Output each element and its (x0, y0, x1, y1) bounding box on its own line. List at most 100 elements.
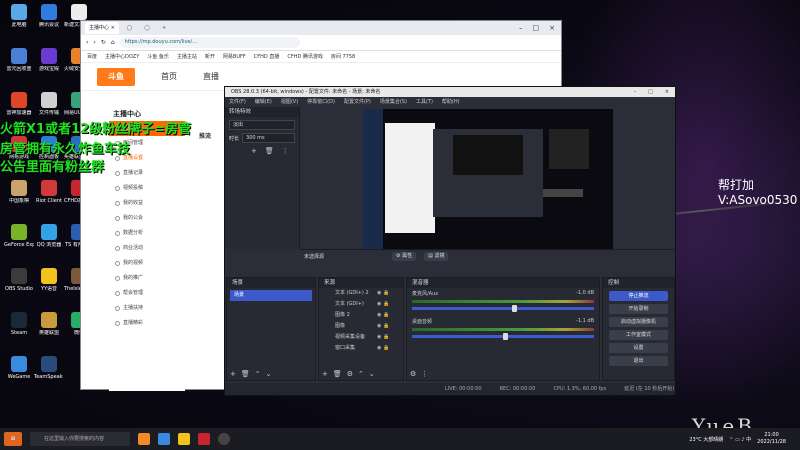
desktop-icon[interactable]: QQ 浏览器 (34, 224, 64, 258)
url-input[interactable]: https://mp.douyu.com/live/... (119, 37, 300, 48)
source-item[interactable]: 窗口采集 ◉ 🔒 (319, 343, 403, 354)
edge-icon[interactable] (158, 433, 170, 445)
more-icon[interactable]: ⋮ (282, 147, 289, 155)
douyu-logo[interactable]: 斗鱼 (97, 67, 135, 86)
sidebar-item[interactable]: 帮会管理 (109, 286, 185, 301)
clock[interactable]: 21:00 2022/11/28 (757, 432, 786, 446)
forward-icon[interactable]: › (93, 39, 95, 46)
obs-menu-item[interactable]: 工具(T) (416, 97, 433, 107)
minimize-icon[interactable]: – (519, 24, 523, 32)
visibility-lock-icons[interactable]: ◉ 🔒 (377, 332, 403, 343)
visibility-lock-icons[interactable]: ◉ 🔒 (377, 310, 403, 321)
browser-tab-active[interactable]: 主播中心 × (85, 22, 119, 34)
bookmark-item[interactable]: 斗鱼 鱼乐 (147, 53, 169, 60)
visibility-lock-icons[interactable]: ◉ 🔒 (377, 321, 403, 332)
close-icon[interactable]: × (549, 24, 555, 32)
desktop-icon[interactable]: 游戏宝殿 (34, 48, 64, 82)
obs-menu-item[interactable]: 文件(F) (229, 97, 246, 107)
scene-item[interactable]: 场景 (230, 290, 312, 301)
source-item[interactable]: 文本 (GDI+) ◉ 🔒 (319, 299, 403, 310)
trash-icon[interactable]: 🗑 (333, 370, 342, 378)
bookmark-item[interactable]: 主播主站 (177, 53, 197, 60)
obs-menu-item[interactable]: 编辑(E) (255, 97, 272, 107)
gear-icon[interactable]: ⚙ (347, 370, 353, 378)
desktop-icon[interactable]: YY语音 (34, 268, 64, 302)
bookmark-item[interactable]: CFHD 直播 (254, 53, 280, 60)
maximize-icon[interactable]: □ (533, 24, 540, 32)
more-icon[interactable]: ⋮ (421, 370, 428, 378)
filters-button[interactable]: ▤ 滤镜 (424, 252, 449, 261)
desktop-icon[interactable]: 腾讯会议 (34, 4, 64, 38)
browser-tab[interactable]: ◯ (123, 22, 137, 34)
obs-menu-item[interactable]: 帮助(H) (442, 97, 460, 107)
desktop-icon[interactable]: GeForce Experience (4, 224, 34, 258)
duration-input[interactable]: 300 ms (242, 133, 295, 143)
volume-slider[interactable] (412, 305, 594, 312)
bookmark-item[interactable]: 房间 7758 (331, 53, 355, 60)
refresh-icon[interactable]: ↻ (101, 39, 106, 46)
volume-knob[interactable] (512, 305, 518, 312)
down-icon[interactable]: ⌄ (369, 370, 375, 378)
down-icon[interactable]: ⌄ (266, 370, 272, 378)
sidebar-item[interactable]: 直播精彩 (109, 316, 185, 331)
control-button[interactable]: 退出 (609, 356, 668, 366)
game-icon[interactable] (198, 433, 210, 445)
maximize-icon[interactable]: □ (648, 87, 653, 97)
visibility-lock-icons[interactable]: ◉ 🔒 (377, 343, 403, 354)
obs-menu-item[interactable]: 配置文件(P) (344, 97, 371, 107)
obs-menu-item[interactable]: 场景集合(S) (380, 97, 407, 107)
obs-menu-item[interactable]: 视图(V) (281, 97, 298, 107)
sidebar-item[interactable]: 视频投稿 (109, 181, 185, 196)
volume-knob[interactable] (503, 333, 508, 340)
close-icon[interactable]: × (665, 87, 669, 97)
desktop-icon[interactable]: 此电脑 (4, 4, 34, 38)
desktop-icon[interactable]: OBS Studio (4, 268, 34, 302)
start-button[interactable]: ⊞ (4, 432, 22, 446)
obs-menu-item[interactable]: 停靠窗口(D) (307, 97, 335, 107)
add-icon[interactable]: + (251, 147, 257, 155)
control-button[interactable]: 开始录制 (609, 304, 668, 314)
folder-icon[interactable] (178, 433, 190, 445)
visibility-lock-icons[interactable]: ◉ 🔒 (377, 288, 403, 299)
source-item[interactable]: 文本 (GDI+) 2 ◉ 🔒 (319, 288, 403, 299)
transition-select[interactable]: 淡出 (229, 120, 295, 130)
new-tab-button[interactable]: + (158, 22, 170, 34)
bookmark-item[interactable]: 网易BUFF (223, 53, 246, 60)
bookmark-item[interactable]: 主播中心DOZY (105, 53, 139, 60)
app-icon[interactable] (138, 433, 150, 445)
sidebar-item[interactable]: 我的视频 (109, 256, 185, 271)
desktop-icon[interactable]: 中国象棋 (4, 180, 34, 214)
gear-icon[interactable]: ⚙ (410, 370, 416, 378)
add-icon[interactable]: + (322, 370, 328, 378)
bookmark-item[interactable]: 新开 (205, 53, 215, 60)
up-icon[interactable]: ⌃ (358, 370, 364, 378)
sidebar-item[interactable]: 主播扶持 (109, 301, 185, 316)
desktop-icon[interactable]: Riot Client (34, 180, 64, 214)
bookmark-item[interactable]: CFHD 腾讯游戏 (287, 53, 323, 60)
sidebar-item[interactable]: 直播记录 (109, 166, 185, 181)
bookmark-item[interactable]: 百度 (87, 53, 97, 60)
desktop-icon[interactable]: Steam (4, 312, 34, 346)
browser-tab[interactable]: ◯ (140, 22, 154, 34)
add-icon[interactable]: + (230, 370, 236, 378)
up-icon[interactable]: ⌃ (255, 370, 261, 378)
volume-slider[interactable] (412, 333, 594, 340)
source-item[interactable]: 图像 ◉ 🔒 (319, 321, 403, 332)
sidebar-item[interactable]: 我的收益 (109, 196, 185, 211)
nav-link[interactable]: 首页 (161, 71, 177, 82)
desktop-icon[interactable]: WeGame (4, 356, 34, 390)
taskbar-search[interactable]: 在这里输入你要搜索的内容 (30, 432, 130, 446)
trash-icon[interactable]: 🗑 (241, 370, 250, 378)
source-item[interactable]: 视频采集设备 ◉ 🔒 (319, 332, 403, 343)
home-icon[interactable]: ⌂ (111, 39, 115, 46)
sidebar-item[interactable]: 我的推广 (109, 271, 185, 286)
control-button[interactable]: 启动虚拟摄像机 (609, 317, 668, 327)
properties-button[interactable]: ⚙ 属性 (392, 252, 417, 261)
source-item[interactable]: 图像 2 ◉ 🔒 (319, 310, 403, 321)
desktop-icon[interactable]: 雷元回收重 (4, 48, 34, 82)
control-button[interactable]: 工作室模式 (609, 330, 668, 340)
minimize-icon[interactable]: – (634, 87, 637, 97)
desktop-icon[interactable]: 英雄联盟 (34, 312, 64, 346)
sidebar-item[interactable]: 数据分析 (109, 226, 185, 241)
visibility-lock-icons[interactable]: ◉ 🔒 (377, 299, 403, 310)
